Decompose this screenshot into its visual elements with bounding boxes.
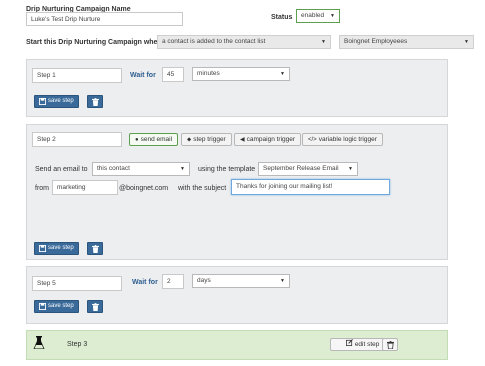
chevron-down-icon: ▼: [330, 13, 335, 19]
send-to-value: this contact: [97, 165, 130, 172]
trash-icon: [92, 98, 99, 106]
trash-icon: [92, 303, 99, 311]
template-value: September Release Email: [263, 165, 339, 172]
chevron-down-icon: ▼: [348, 166, 353, 172]
start-list-value: Boingnet Employeees: [344, 38, 408, 45]
start-trigger-value: a contact is added to the contact list: [162, 38, 266, 45]
bullhorn-icon: ◀: [240, 137, 245, 143]
chevron-down-icon: ▼: [280, 71, 285, 77]
subject-label: with the subject: [178, 185, 227, 192]
step-5-wait-unit-select[interactable]: days ▼: [192, 274, 290, 288]
step-5-save-button[interactable]: save step: [34, 300, 79, 313]
subject-input[interactable]: Thanks for joining our mailing list!: [231, 179, 390, 195]
step-3-edit-button[interactable]: edit step: [330, 338, 386, 351]
step-1-wait-value[interactable]: 45: [162, 67, 184, 82]
status-select[interactable]: enabled ▼: [296, 9, 340, 23]
start-list-select[interactable]: Boingnet Employeees ▼: [339, 35, 474, 49]
campaign-trigger-label: campaign trigger: [246, 136, 296, 143]
save-icon: [39, 98, 46, 105]
step-5-wait-label: Wait for: [132, 279, 158, 286]
send-to-label: Send an email to: [35, 166, 88, 173]
flask-icon: [33, 336, 45, 349]
trash-icon: [387, 341, 394, 349]
step-1-name-input[interactable]: Step 1: [32, 68, 122, 83]
step-2-delete-button[interactable]: [87, 242, 103, 255]
from-input[interactable]: marketing: [52, 180, 118, 195]
status-value: enabled: [301, 12, 325, 19]
email-icon: ●: [135, 137, 139, 143]
chevron-down-icon: ▼: [464, 39, 469, 45]
send-email-button[interactable]: ● send email: [129, 133, 179, 146]
chevron-down-icon: ▼: [321, 39, 326, 45]
step-3-delete-button[interactable]: [382, 338, 398, 351]
step-5-save-label: save step: [48, 303, 74, 309]
step-5-wait-value[interactable]: 2: [162, 274, 184, 289]
step-3-name: Step 3: [67, 341, 88, 348]
code-icon: </>: [308, 137, 317, 143]
step-1-wait-unit-select[interactable]: minutes ▼: [192, 67, 290, 81]
step-2-save-button[interactable]: save step: [34, 242, 79, 255]
save-icon: [39, 303, 46, 310]
trash-icon: [92, 245, 99, 253]
from-label: from: [35, 185, 49, 192]
step-1-save-button[interactable]: save step: [34, 95, 79, 108]
send-email-label: send email: [140, 136, 173, 143]
variable-logic-trigger-button[interactable]: </> variable logic trigger: [302, 133, 383, 146]
campaign-name-input[interactable]: Luke's Test Drip Nurture: [26, 12, 183, 26]
step-1-wait-label: Wait for: [130, 72, 156, 79]
send-to-select[interactable]: this contact ▼: [92, 162, 190, 176]
variable-logic-trigger-label: variable logic trigger: [318, 136, 377, 143]
status-label: Status: [271, 14, 293, 21]
trigger-icon: ⬥: [187, 137, 192, 143]
step-1-delete-button[interactable]: [87, 95, 103, 108]
template-select[interactable]: September Release Email ▼: [258, 162, 358, 176]
step-trigger-label: step trigger: [193, 136, 226, 143]
step-3-edit-label: edit step: [354, 341, 380, 348]
save-icon: [39, 245, 46, 252]
step-trigger-button[interactable]: ⬥ step trigger: [181, 133, 232, 146]
step-5-wait-unit-value: days: [197, 277, 211, 284]
step-2-name-input[interactable]: Step 2: [32, 132, 122, 147]
start-label: Start this Drip Nurturing Campaign when: [26, 39, 162, 46]
edit-icon: [346, 339, 353, 346]
campaign-trigger-button[interactable]: ◀ campaign trigger: [234, 133, 302, 146]
step-5-delete-button[interactable]: [87, 300, 103, 313]
start-trigger-select[interactable]: a contact is added to the contact list ▼: [157, 35, 331, 49]
template-label: using the template: [198, 166, 256, 173]
from-domain: @boingnet.com: [119, 185, 169, 192]
step-5-name-input[interactable]: Step 5: [32, 276, 122, 291]
step-1-wait-unit-value: minutes: [197, 70, 220, 77]
chevron-down-icon: ▼: [280, 278, 285, 284]
step-2-save-label: save step: [48, 245, 74, 251]
step-1-save-label: save step: [48, 98, 74, 104]
chevron-down-icon: ▼: [180, 166, 185, 172]
